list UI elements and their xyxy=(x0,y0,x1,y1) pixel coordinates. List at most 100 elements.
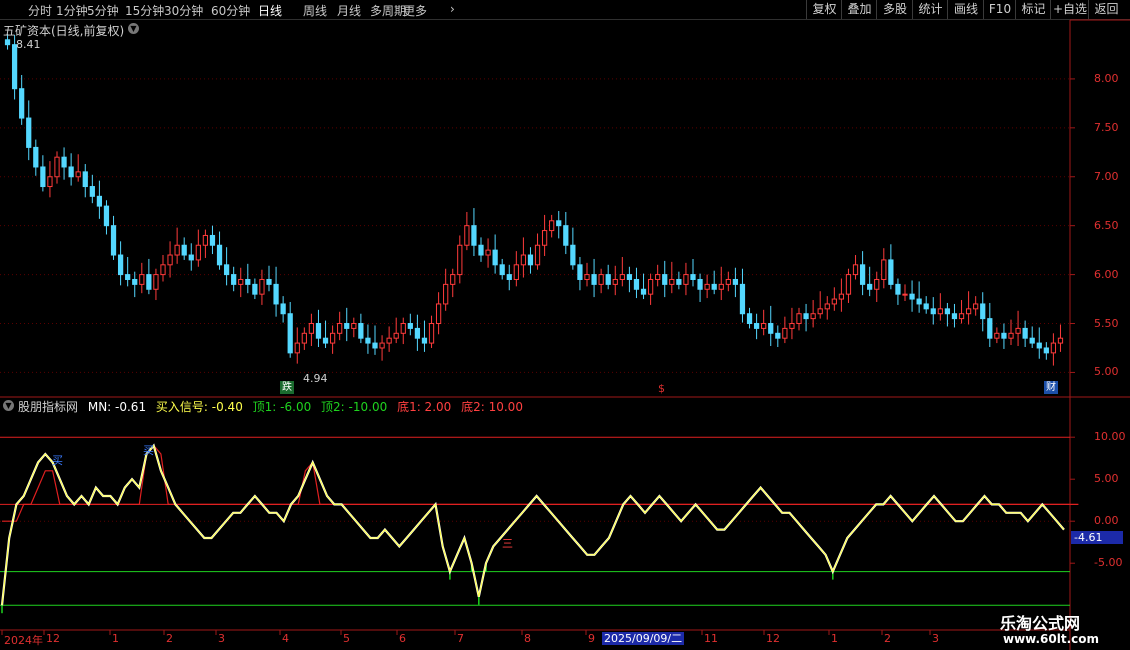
candle-body xyxy=(216,244,223,266)
chart-canvas[interactable] xyxy=(0,0,1130,650)
current-value-badge: -4.61 xyxy=(1071,531,1123,544)
candle-body xyxy=(690,274,696,280)
candle-body xyxy=(633,278,640,290)
selected-date: 2025/09/09/二 xyxy=(602,632,685,645)
candle-body xyxy=(54,156,60,178)
candle-body xyxy=(132,278,138,285)
candle-body xyxy=(958,313,965,320)
bottom2-value: 底2: 10.00 xyxy=(461,400,523,414)
candle-body xyxy=(358,323,364,339)
fall-marker[interactable]: 跌 xyxy=(280,381,294,394)
candle-body xyxy=(464,225,470,246)
candle-body xyxy=(188,254,194,261)
candle-body xyxy=(1022,327,1028,339)
candle-body xyxy=(238,278,244,285)
candle-body xyxy=(4,39,11,46)
candle-body xyxy=(711,283,717,290)
candle-body xyxy=(1008,332,1014,339)
candle-body xyxy=(11,44,18,90)
candle-body xyxy=(541,230,548,246)
signal-step-line xyxy=(2,444,1079,522)
candle-body xyxy=(435,303,442,325)
finance-marker[interactable]: 财 xyxy=(1044,381,1058,394)
candle-body xyxy=(746,313,753,325)
time-tick-label: 11 xyxy=(704,632,718,645)
candle-body xyxy=(697,278,703,290)
candle-body xyxy=(450,274,456,285)
candle-body xyxy=(513,264,519,280)
candle-body xyxy=(563,225,569,246)
buy-signal-mark: 买 xyxy=(52,454,63,467)
candle-body xyxy=(796,313,802,325)
candle-body xyxy=(676,278,682,285)
time-tick-label: 4 xyxy=(282,632,289,645)
candle-body xyxy=(492,249,498,266)
time-tick-label: 7 xyxy=(457,632,464,645)
candle-body xyxy=(223,264,230,276)
candle-body xyxy=(19,88,25,119)
price-high-label: 8.41 xyxy=(16,38,41,51)
candle-body xyxy=(294,342,300,354)
candle-body xyxy=(789,323,795,329)
candle-body xyxy=(351,323,357,329)
indicator-tick-label: 5.00 xyxy=(1094,472,1119,486)
dividend-marker[interactable]: $ xyxy=(658,382,665,395)
candle-body xyxy=(852,264,859,276)
time-tick-label: 12 xyxy=(766,632,780,645)
candle-body xyxy=(570,244,576,266)
chevron-down-icon[interactable]: ▼ xyxy=(3,400,14,411)
candle-body xyxy=(824,303,830,310)
price-tick-label: 5.00 xyxy=(1094,365,1119,379)
candle-body xyxy=(301,332,307,344)
candle-body xyxy=(612,278,618,285)
time-tick-label: 5 xyxy=(343,632,350,645)
candle-body xyxy=(965,308,972,315)
candle-body xyxy=(471,225,477,246)
candle-body xyxy=(930,308,936,315)
candle-body xyxy=(605,274,611,285)
candle-body xyxy=(337,323,343,334)
candle-body xyxy=(379,342,385,349)
candle-body xyxy=(951,313,958,320)
candle-body xyxy=(457,244,463,276)
candle-body xyxy=(400,323,406,334)
candle-body xyxy=(252,283,258,295)
indicator-name: 股朋指标网 xyxy=(18,400,79,414)
candle-body xyxy=(859,264,866,285)
candle-body xyxy=(26,117,32,148)
candle-body xyxy=(421,337,428,344)
candle-body xyxy=(322,337,329,344)
candle-body xyxy=(231,274,237,285)
candle-body xyxy=(683,274,689,285)
candle-body xyxy=(393,332,399,339)
candle-body xyxy=(386,337,392,344)
price-tick-label: 7.50 xyxy=(1094,120,1119,134)
candle-body xyxy=(202,234,209,246)
chevron-down-icon[interactable]: ▼ xyxy=(128,23,139,34)
candle-body xyxy=(534,244,541,266)
time-tick-label: 8 xyxy=(524,632,531,645)
candle-body xyxy=(619,274,625,280)
candle-body xyxy=(103,205,110,227)
watermark-title: 乐淘公式网 xyxy=(1000,614,1081,633)
mn-line-shadow xyxy=(0,443,1065,606)
candle-body xyxy=(944,308,951,315)
candle-body xyxy=(994,332,1000,339)
candle-body xyxy=(1057,337,1064,344)
candle-body xyxy=(280,303,286,315)
candle-body xyxy=(1015,327,1021,334)
price-tick-label: 7.00 xyxy=(1094,169,1119,183)
candle-body xyxy=(768,323,774,334)
candle-body xyxy=(61,156,67,168)
time-tick-label: 2024年 xyxy=(4,634,43,647)
candle-body xyxy=(881,259,887,280)
candle-body xyxy=(782,327,788,339)
stock-title[interactable]: 五矿资本(日线,前复权) xyxy=(3,22,124,39)
price-tick-label: 5.50 xyxy=(1094,316,1119,330)
candle-body xyxy=(478,244,484,256)
candle-body xyxy=(937,308,943,315)
buy-signal-value: 买入信号: -0.40 xyxy=(155,400,243,414)
candle-body xyxy=(1043,347,1049,354)
candle-body xyxy=(556,220,562,227)
candle-body xyxy=(499,264,505,276)
